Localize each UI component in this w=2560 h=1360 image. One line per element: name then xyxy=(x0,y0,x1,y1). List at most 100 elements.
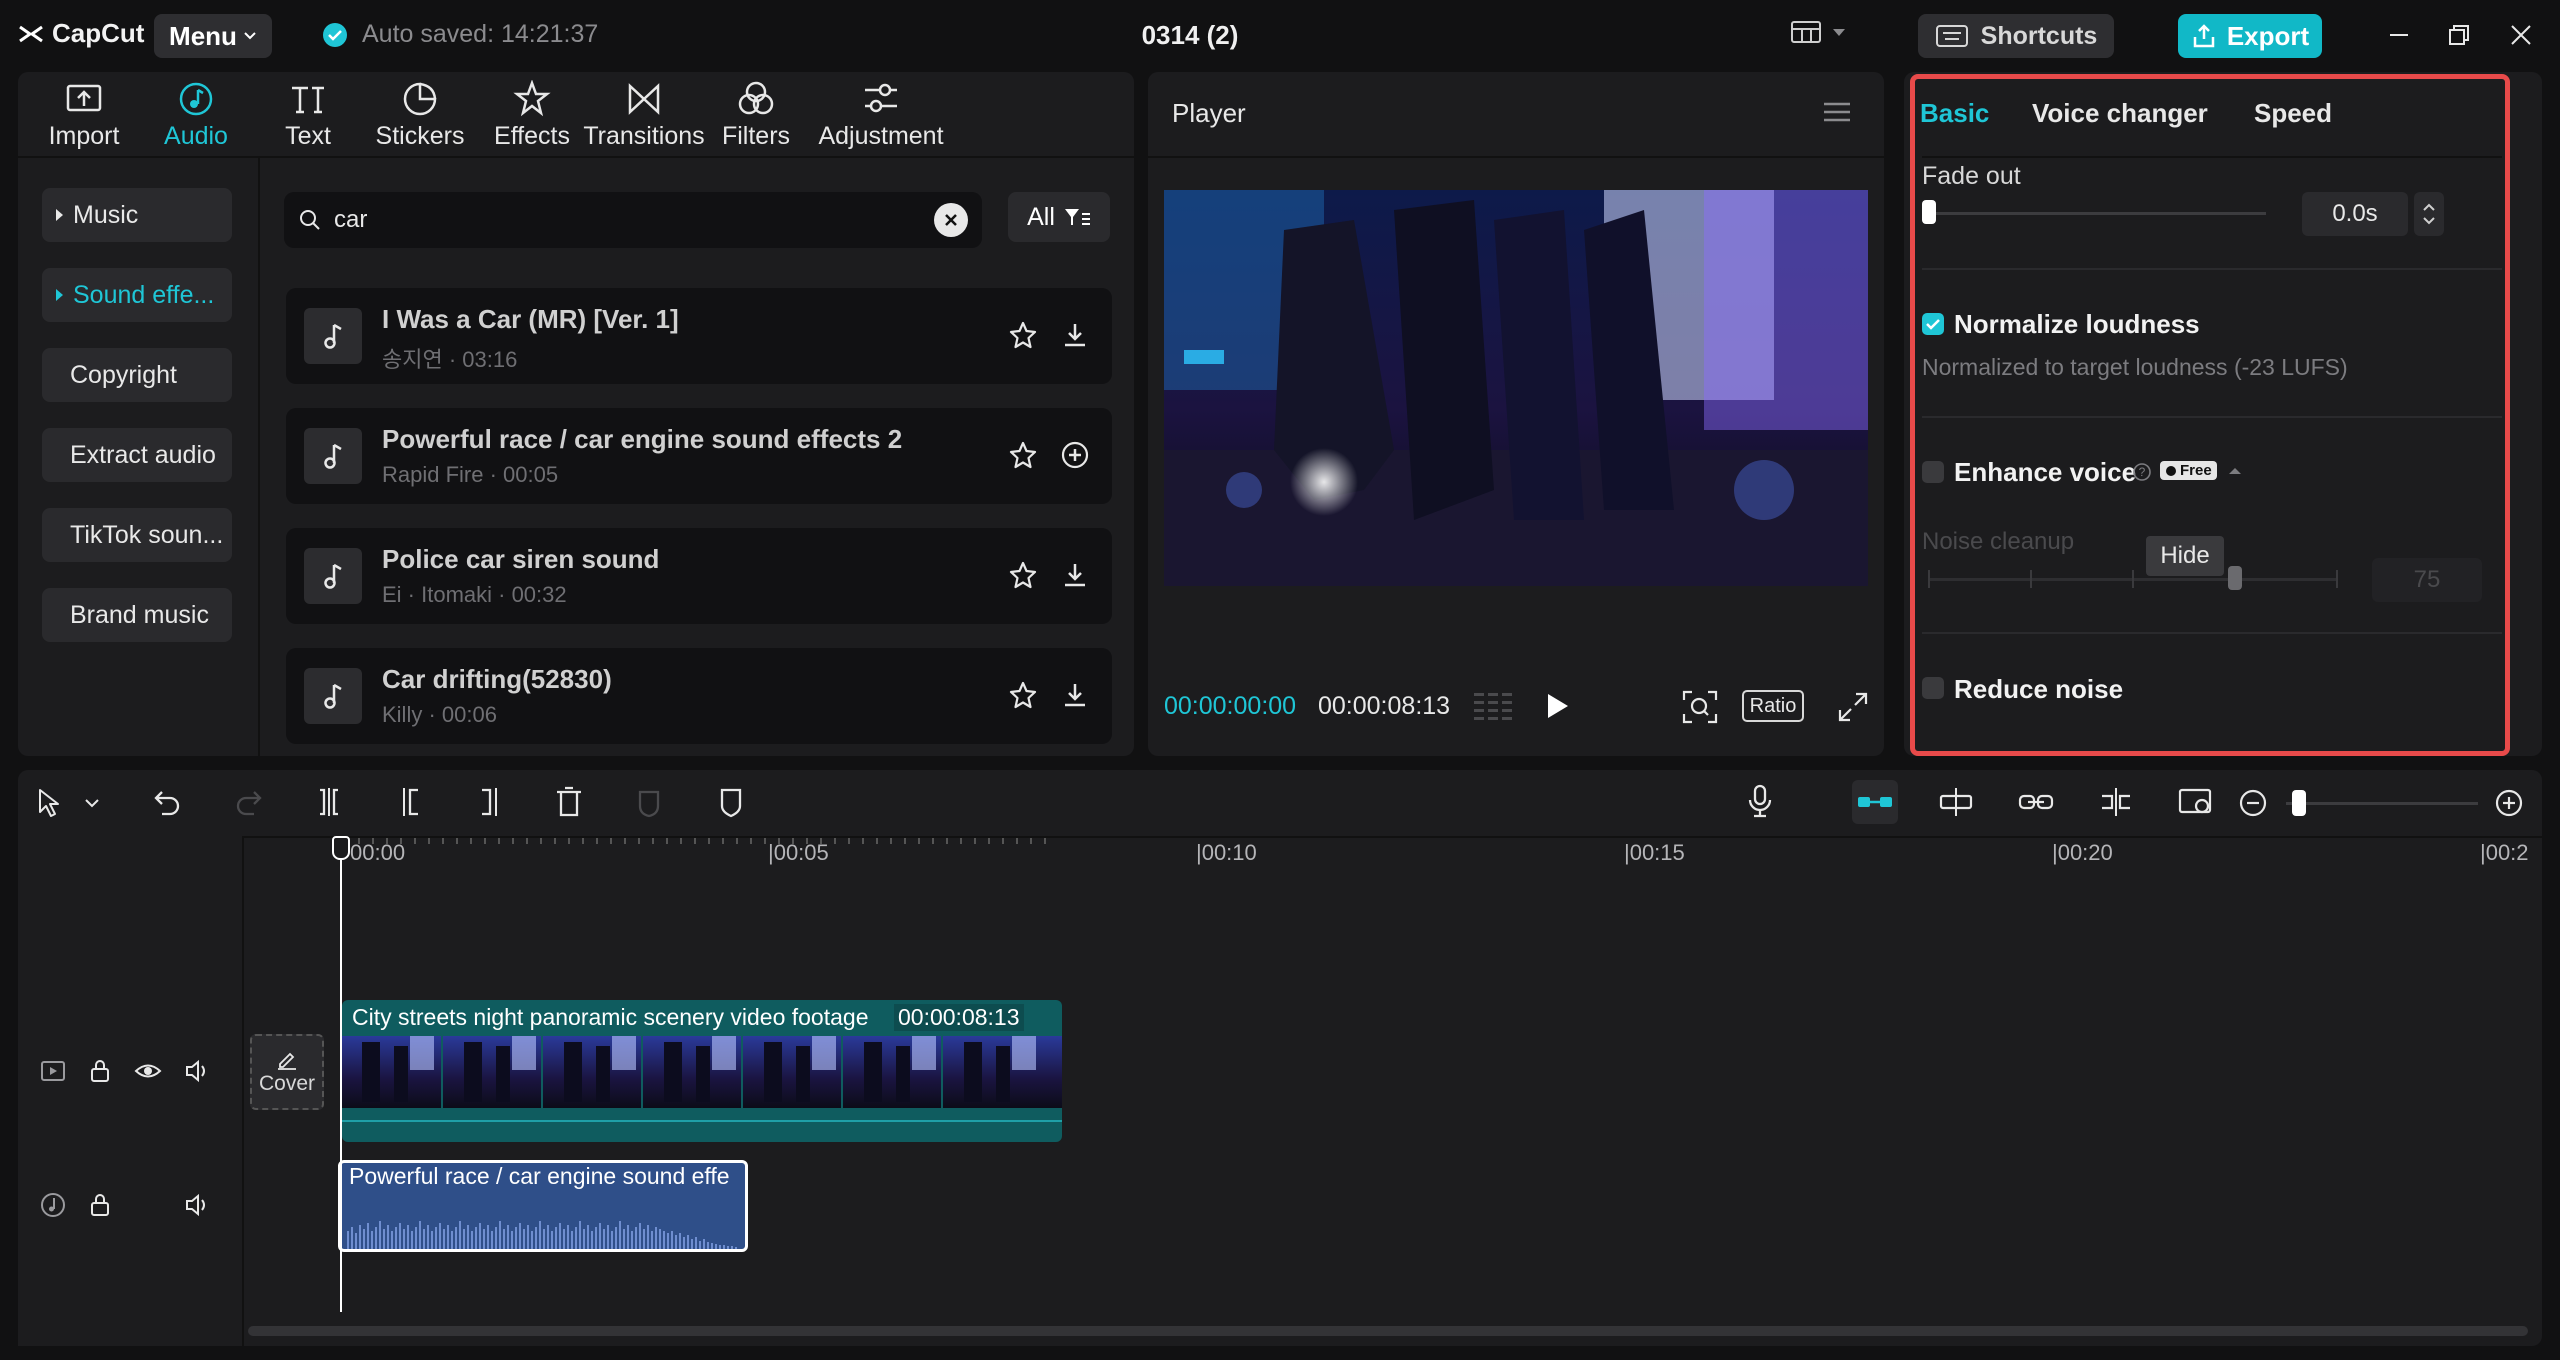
restore-icon[interactable] xyxy=(2446,22,2472,48)
thumbnail-zoom-icon[interactable] xyxy=(2178,786,2214,818)
music-note-icon xyxy=(304,428,362,484)
collapse-arrow-icon[interactable] xyxy=(2228,466,2242,476)
cover-label: Cover xyxy=(258,1072,316,1095)
playhead[interactable] xyxy=(340,836,342,1312)
fade-out-stepper[interactable] xyxy=(2414,192,2444,236)
delete-icon[interactable] xyxy=(554,786,584,818)
undo-icon[interactable] xyxy=(152,788,182,816)
video-clip[interactable]: City streets night panoramic scenery vid… xyxy=(342,1000,1062,1142)
tab-transitions[interactable]: Transitions xyxy=(583,72,705,158)
effects-icon xyxy=(513,79,551,116)
layout-icon xyxy=(1791,21,1821,43)
zoom-out-icon[interactable] xyxy=(2238,788,2268,818)
main-track-magnet-button[interactable] xyxy=(1852,780,1898,824)
sidebar-item-brand-music[interactable]: Brand music xyxy=(42,588,232,642)
tab-effects[interactable]: Effects xyxy=(476,72,588,158)
mark-icon[interactable] xyxy=(716,786,746,818)
snap-icon[interactable] xyxy=(1938,786,1974,818)
shortcuts-button[interactable]: Shortcuts xyxy=(1918,14,2114,58)
link-icon[interactable] xyxy=(2018,790,2054,814)
search-bar[interactable]: car xyxy=(284,192,982,248)
close-icon[interactable] xyxy=(2508,22,2534,48)
export-label: Export xyxy=(2226,20,2310,51)
cover-button[interactable]: Cover xyxy=(250,1034,324,1110)
normalize-loudness-checkbox[interactable] xyxy=(1922,313,1944,335)
fullscreen-icon[interactable] xyxy=(1838,692,1868,722)
list-item[interactable]: I Was a Car (MR) [Ver. 1] 송지연 · 03:16 xyxy=(286,288,1112,384)
tab-voice-changer[interactable]: Voice changer xyxy=(2032,98,2208,129)
split-left-icon[interactable] xyxy=(396,786,426,818)
playhead-handle[interactable] xyxy=(332,836,350,860)
search-input[interactable]: car xyxy=(334,206,934,234)
list-item[interactable]: Powerful race / car engine sound effects… xyxy=(286,408,1112,504)
tab-speed[interactable]: Speed xyxy=(2254,98,2332,129)
volume-icon[interactable] xyxy=(184,1058,212,1084)
eye-icon[interactable] xyxy=(134,1060,162,1082)
tab-stickers[interactable]: Stickers xyxy=(364,72,476,158)
noise-cleanup-value-input[interactable]: 75 xyxy=(2372,558,2482,602)
fade-out-slider-handle[interactable] xyxy=(1922,200,1936,224)
tab-text[interactable]: Text xyxy=(252,72,364,158)
fade-out-slider[interactable] xyxy=(1928,212,2266,215)
fit-screen-icon[interactable] xyxy=(1682,690,1718,724)
export-button[interactable]: Export xyxy=(2178,14,2322,58)
sidebar-item-music[interactable]: Music xyxy=(42,188,232,242)
sidebar-item-copyright[interactable]: Copyright xyxy=(42,348,232,402)
grid-view-icon[interactable] xyxy=(1472,690,1516,722)
sidebar-item-tiktok-sounds[interactable]: TikTok soun... xyxy=(42,508,232,562)
redo-icon xyxy=(236,791,262,816)
select-cursor-icon[interactable] xyxy=(36,788,62,818)
menu-button[interactable]: Menu xyxy=(154,14,272,58)
star-icon[interactable] xyxy=(1008,320,1038,350)
add-icon[interactable] xyxy=(1060,440,1090,470)
volume-icon[interactable] xyxy=(184,1192,212,1218)
play-icon[interactable] xyxy=(1544,692,1570,720)
hamburger-menu-icon[interactable] xyxy=(1822,100,1852,124)
timeline-scrollbar[interactable] xyxy=(248,1326,2528,1336)
reduce-noise-checkbox[interactable] xyxy=(1922,677,1944,699)
download-icon[interactable] xyxy=(1060,320,1090,350)
checkmark-icon xyxy=(1926,319,1940,330)
preview-axis-icon[interactable] xyxy=(2098,786,2134,818)
fade-out-value-input[interactable]: 0.0s xyxy=(2302,192,2408,236)
video-track-icon xyxy=(41,1061,65,1081)
split-right-icon[interactable] xyxy=(474,786,504,818)
tab-basic[interactable]: Basic xyxy=(1920,98,1989,129)
chevron-down-icon[interactable] xyxy=(84,798,100,808)
filter-button[interactable]: All xyxy=(1008,192,1110,242)
svg-text:?: ? xyxy=(2139,465,2146,479)
tab-filters[interactable]: Filters xyxy=(700,72,812,158)
sidebar-item-extract-audio[interactable]: Extract audio xyxy=(42,428,232,482)
zoom-slider-handle[interactable] xyxy=(2292,790,2306,816)
import-icon xyxy=(66,84,102,111)
microphone-icon[interactable] xyxy=(1746,784,1774,818)
clear-search-button[interactable] xyxy=(934,203,968,237)
sidebar-item-sound-effects[interactable]: Sound effe... xyxy=(42,268,232,322)
transitions-icon xyxy=(628,82,660,115)
star-icon[interactable] xyxy=(1008,560,1038,590)
zoom-slider[interactable] xyxy=(2286,802,2478,805)
help-icon[interactable]: ? xyxy=(2132,462,2152,482)
ratio-button[interactable]: Ratio xyxy=(1742,690,1804,722)
enhance-voice-checkbox[interactable] xyxy=(1922,461,1944,483)
noise-cleanup-slider-handle[interactable] xyxy=(2228,566,2242,590)
star-icon[interactable] xyxy=(1008,680,1038,710)
coin-icon xyxy=(2166,465,2176,476)
tab-adjustment[interactable]: Adjustment xyxy=(812,72,950,158)
video-preview[interactable] xyxy=(1164,190,1868,586)
download-icon[interactable] xyxy=(1060,560,1090,590)
zoom-in-icon[interactable] xyxy=(2494,788,2524,818)
lock-icon[interactable] xyxy=(88,1192,112,1218)
download-icon[interactable] xyxy=(1060,680,1090,710)
star-icon[interactable] xyxy=(1008,440,1038,470)
tab-audio[interactable]: Audio xyxy=(140,72,252,158)
layout-switch[interactable] xyxy=(1790,20,1846,44)
minimize-icon[interactable] xyxy=(2386,22,2412,48)
list-item[interactable]: Car drifting(52830) Killy · 00:06 xyxy=(286,648,1112,744)
list-item[interactable]: Police car siren sound Ei · Itomaki · 00… xyxy=(286,528,1112,624)
audio-clip[interactable]: Powerful race / car engine sound effe xyxy=(338,1160,748,1252)
split-icon[interactable] xyxy=(314,786,344,818)
tab-import[interactable]: Import xyxy=(28,72,140,158)
lock-icon[interactable] xyxy=(88,1058,112,1084)
adjustment-icon xyxy=(865,83,897,112)
